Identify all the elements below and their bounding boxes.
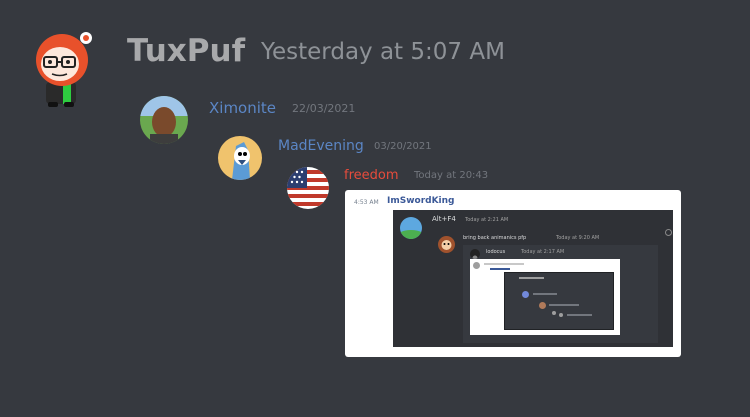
nested-message-time: Today at 9:20 AM — [556, 235, 600, 241]
nested-screenshot-3-avatar — [473, 262, 480, 269]
nested-screenshot-3-line — [484, 263, 524, 265]
nested-screenshot-4-dot-3 — [559, 313, 563, 317]
american-flag-icon — [287, 167, 329, 209]
person-photo-icon — [140, 96, 188, 144]
nested-avatar-animaniacs — [438, 236, 455, 253]
nested-inner-timestamp: Today at 2:17 AM — [521, 249, 565, 255]
nested-avatar-windows — [400, 217, 422, 239]
nested-screenshot-4-line-4 — [567, 314, 592, 316]
username-freedom[interactable]: freedom — [344, 168, 399, 183]
nested-screenshot-4-dot — [539, 302, 546, 309]
username-madevening[interactable]: MadEvening — [278, 138, 364, 154]
embed-username: ImSwordKing — [387, 196, 455, 206]
embed-time: 4:53 AM — [354, 199, 379, 206]
nested-screenshot-4-line — [519, 277, 544, 279]
blue-jay-cartoon-icon — [218, 136, 262, 180]
nested-screenshot-3 — [470, 259, 620, 335]
timestamp-tuxpuf: Yesterday at 5:07 AM — [261, 39, 505, 65]
scroll-indicator-icon — [665, 229, 672, 236]
freedom-avatar[interactable] — [287, 167, 329, 209]
nested-screenshot-2: lodocus Today at 2:17 AM — [463, 245, 658, 343]
nested-screenshot-4 — [504, 272, 614, 330]
nested-timestamp: Today at 2:21 AM — [465, 217, 509, 223]
ximonite-avatar[interactable] — [140, 96, 188, 144]
madevening-avatar[interactable] — [218, 136, 262, 180]
timestamp-freedom: Today at 20:43 — [414, 170, 489, 181]
username-ximonite[interactable]: Ximonite — [209, 99, 276, 117]
nested-screenshot-3-line-2 — [490, 268, 510, 270]
nested-screenshot-1: Alt+F4 Today at 2:21 AM bring back anima… — [393, 210, 673, 347]
tuxpuf-avatar[interactable] — [30, 24, 102, 108]
timestamp-madevening: 03/20/2021 — [374, 141, 432, 152]
landscape-icon — [400, 217, 422, 239]
nested-screenshot-4-dot-2 — [552, 311, 556, 315]
nested-avatar-lodocus — [470, 249, 480, 259]
nested-username: Alt+F4 — [432, 215, 456, 223]
screenshot-attachment[interactable]: 4:53 AM ImSwordKing Alt+F4 Today at 2:21… — [345, 190, 681, 357]
red-hooded-character-icon — [36, 32, 92, 107]
nested-discord-icon — [522, 291, 529, 298]
cartoon-face-icon — [438, 236, 455, 253]
username-tuxpuf[interactable]: TuxPuf — [127, 33, 245, 69]
nested-inner-username: lodocus — [486, 249, 506, 255]
timestamp-ximonite: 22/03/2021 — [292, 102, 356, 115]
nested-screenshot-4-line-3 — [549, 304, 579, 306]
nested-message: bring back animanics pfp — [463, 235, 527, 241]
nested-screenshot-4-line-2 — [533, 293, 557, 295]
